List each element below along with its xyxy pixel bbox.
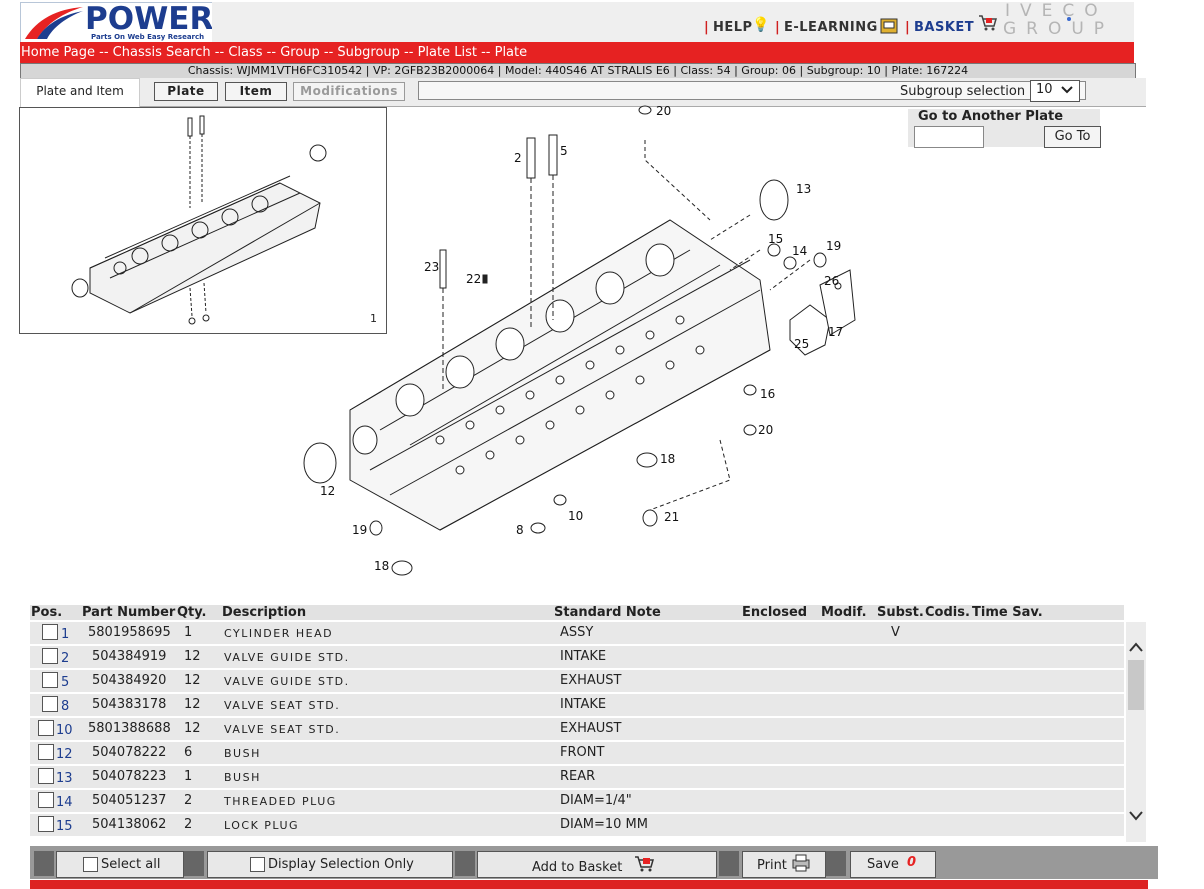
diagram-label: 26 (824, 274, 839, 288)
row-checkbox[interactable] (38, 768, 54, 784)
logo-text: POWER (85, 1, 214, 37)
breadcrumb-group[interactable]: Group (280, 45, 320, 60)
plate-tab-button[interactable]: Plate (154, 82, 218, 101)
row-checkbox[interactable] (38, 744, 54, 760)
goto-plate-input[interactable] (914, 126, 984, 148)
table-row[interactable]: 14 504051237 2 THREADED PLUG DIAM=1/4" (30, 790, 1124, 814)
table-row[interactable]: 1 5801958695 1 CYLINDER HEAD ASSY V (30, 622, 1124, 646)
header-separator: | (775, 20, 780, 35)
scrollbar-thumb[interactable] (1128, 660, 1144, 710)
save-button[interactable]: Save 0 (850, 851, 936, 878)
exploded-parts-diagram[interactable]: 20 2 5 13 15 14 19 26 17 25 16 20 18 21 … (290, 100, 890, 580)
row-checkbox[interactable] (38, 816, 54, 832)
print-button[interactable]: Print (742, 851, 826, 878)
diagram-label: 13 (796, 182, 811, 196)
help-link[interactable]: HELP (713, 20, 753, 35)
action-bar-separator (826, 851, 846, 876)
goto-title: Go to Another Plate (918, 109, 1064, 124)
diagram-label: 8 (516, 523, 524, 537)
diagram-label: 20 (656, 104, 671, 118)
diagram-label: 21 (664, 510, 679, 524)
breadcrumb-plate[interactable]: Plate (495, 45, 528, 60)
table-row[interactable]: 12 504078222 6 BUSH FRONT (30, 742, 1124, 766)
cart-icon (979, 15, 997, 31)
diagram-label: 18 (660, 452, 675, 466)
row-checkbox[interactable] (42, 672, 58, 688)
add-to-basket-button[interactable]: Add to Basket (477, 851, 717, 878)
row-checkbox[interactable] (38, 720, 54, 736)
table-row[interactable]: 10 5801388688 12 VALVE SEAT STD. EXHAUST (30, 718, 1124, 742)
save-count-badge: 0 (907, 855, 917, 870)
modifications-tab-button[interactable]: Modifications (293, 82, 405, 101)
breadcrumb-class[interactable]: Class (228, 45, 262, 60)
parts-table-header: Pos. Part Number Qty. Description Standa… (30, 605, 1124, 620)
elearning-link[interactable]: E-LEARNING (784, 20, 878, 35)
diagram-label: 14 (792, 244, 807, 258)
table-row[interactable]: 5 504384920 12 VALVE GUIDE STD. EXHAUST (30, 670, 1124, 694)
parts-table-body: 1 5801958695 1 CYLINDER HEAD ASSY V 2 50… (30, 622, 1124, 842)
logo-dot (1067, 17, 1071, 21)
logo-subtitle: Parts On Web Easy Research (91, 33, 205, 41)
diagram-label: 2 (514, 151, 522, 165)
action-bar-separator (719, 851, 739, 876)
diagram-label: 15 (768, 232, 783, 246)
power-swoosh-icon (25, 7, 83, 39)
diagram-label: 16 (760, 387, 775, 401)
table-row[interactable]: 2 504384919 12 VALVE GUIDE STD. INTAKE (30, 646, 1124, 670)
diagram-label: 20 (758, 423, 773, 437)
scroll-down-icon[interactable] (1129, 811, 1143, 821)
action-bar-separator (455, 851, 475, 876)
select-all-button[interactable]: Select all (56, 851, 184, 878)
action-bar-separator (34, 851, 54, 876)
diagram-label: 17 (828, 325, 843, 339)
printer-icon (792, 854, 810, 872)
row-checkbox[interactable] (42, 696, 58, 712)
table-scrollbar[interactable] (1126, 622, 1146, 842)
basket-link[interactable]: BASKET (914, 20, 974, 35)
diagram-label: 25 (794, 337, 809, 351)
bottom-red-strip (30, 880, 1148, 889)
goto-button[interactable]: Go To (1044, 126, 1101, 148)
row-checkbox[interactable] (38, 792, 54, 808)
action-bar-separator (184, 851, 204, 876)
breadcrumb-chassis-search[interactable]: Chassis Search (113, 45, 211, 60)
breadcrumb-home[interactable]: Home Page (21, 45, 95, 60)
chevron-down-icon (1061, 86, 1073, 94)
breadcrumb: Home Page -- Chassis Search -- Class -- … (20, 42, 1134, 63)
book-icon (880, 18, 898, 34)
header-separator: | (704, 20, 709, 35)
table-row[interactable]: 8 504383178 12 VALVE SEAT STD. INTAKE (30, 694, 1124, 718)
breadcrumb-subgroup[interactable]: Subgroup (337, 45, 400, 60)
lightbulb-icon: 💡 (752, 17, 770, 33)
row-checkbox[interactable] (42, 648, 58, 664)
diagram-label: 19 (352, 523, 367, 537)
select-all-checkbox[interactable] (83, 857, 98, 872)
diagram-label: 12 (320, 484, 335, 498)
diagram-label: 19 (826, 239, 841, 253)
display-selection-button[interactable]: Display Selection Only (207, 851, 453, 878)
header-separator: | (905, 20, 910, 35)
scroll-up-icon[interactable] (1129, 642, 1143, 652)
row-checkbox[interactable] (42, 624, 58, 640)
diagram-label: 10 (568, 509, 583, 523)
power-logo[interactable]: POWER Parts On Web Easy Research (20, 1, 214, 44)
item-tab-button[interactable]: Item (225, 82, 287, 101)
diagram-label: 18 (374, 559, 389, 573)
iveco-group-logo: IVECO GROUP (1003, 1, 1115, 39)
display-selection-checkbox[interactable] (250, 857, 265, 872)
tab-plate-and-item[interactable]: Plate and Item (20, 78, 140, 107)
cart-icon (635, 856, 654, 872)
diagram-label: 23 (424, 260, 439, 274)
subgroup-select[interactable]: 10 (1030, 80, 1080, 102)
subgroup-label: Subgroup selection (900, 84, 1026, 99)
table-row[interactable]: 13 504078223 1 BUSH REAR (30, 766, 1124, 790)
breadcrumb-plate-list[interactable]: Plate List (418, 45, 477, 60)
vehicle-info-bar: Chassis: WJMM1VTH6FC310542 | VP: 2GFB23B… (20, 63, 1136, 79)
diagram-label: 5 (560, 144, 568, 158)
diagram-label: 22 (466, 272, 481, 286)
table-row[interactable]: 15 504138062 2 LOCK PLUG DIAM=10 MM (30, 814, 1124, 838)
